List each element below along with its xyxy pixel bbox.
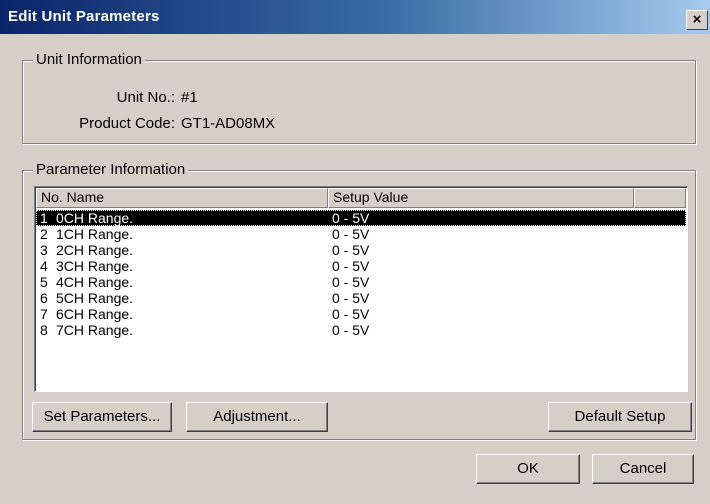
close-button[interactable]: × [686, 10, 708, 30]
adjustment-button[interactable]: Adjustment... [186, 402, 328, 432]
set-parameters-button[interactable]: Set Parameters... [32, 402, 172, 432]
parameter-information-title: Parameter Information [33, 161, 189, 178]
row-name: 4CH Range. [56, 274, 134, 290]
row-value: 0 - 5V [332, 306, 370, 322]
row-name: 6CH Range. [56, 306, 134, 322]
close-icon: × [692, 11, 702, 28]
row-value: 0 - 5V [332, 274, 370, 290]
product-code-label: Product Code: [79, 115, 175, 132]
default-setup-button[interactable]: Default Setup [548, 402, 692, 432]
unit-no-value: #1 [181, 89, 198, 106]
parameter-list[interactable]: No. Name Setup Value 1 0CH Range. 0 - 5V… [34, 186, 688, 392]
column-header-extra[interactable] [634, 188, 686, 208]
row-number: 3 [40, 242, 48, 258]
title-bar[interactable]: Edit Unit Parameters × [0, 0, 710, 34]
row-number: 8 [40, 322, 48, 338]
row-name: 5CH Range. [56, 290, 134, 306]
edit-unit-parameters-dialog: Edit Unit Parameters × Unit Information … [0, 0, 710, 504]
list-item[interactable]: 4 3CH Range. 0 - 5V [36, 258, 686, 274]
row-name: 3CH Range. [56, 258, 134, 274]
list-item[interactable]: 2 1CH Range. 0 - 5V [36, 226, 686, 242]
row-number: 1 [40, 210, 48, 226]
row-name: 0CH Range. [56, 210, 134, 226]
list-item[interactable]: 6 5CH Range. 0 - 5V [36, 290, 686, 306]
row-value: 0 - 5V [332, 322, 370, 338]
row-number: 7 [40, 306, 48, 322]
unit-information-group: Unit Information Unit No.: #1 Product Co… [22, 51, 696, 144]
row-number: 6 [40, 290, 48, 306]
window-title: Edit Unit Parameters [8, 8, 160, 25]
row-name: 1CH Range. [56, 226, 134, 242]
list-item[interactable]: 3 2CH Range. 0 - 5V [36, 242, 686, 258]
row-value: 0 - 5V [332, 290, 370, 306]
list-item[interactable]: 8 7CH Range. 0 - 5V [36, 322, 686, 338]
ok-button[interactable]: OK [476, 454, 580, 484]
row-value: 0 - 5V [332, 242, 370, 258]
row-number: 2 [40, 226, 48, 242]
list-item[interactable]: 5 4CH Range. 0 - 5V [36, 274, 686, 290]
row-value: 0 - 5V [332, 258, 370, 274]
row-value: 0 - 5V [332, 226, 370, 242]
row-name: 7CH Range. [56, 322, 134, 338]
row-value: 0 - 5V [332, 210, 370, 226]
list-item[interactable]: 1 0CH Range. 0 - 5V [36, 210, 686, 226]
product-code-value: GT1-AD08MX [181, 115, 276, 132]
column-header-setup-value[interactable]: Setup Value [328, 188, 634, 208]
cancel-button[interactable]: Cancel [592, 454, 694, 484]
row-name: 2CH Range. [56, 242, 134, 258]
row-number: 4 [40, 258, 48, 274]
list-item[interactable]: 7 6CH Range. 0 - 5V [36, 306, 686, 322]
unit-no-label: Unit No.: [116, 89, 175, 106]
column-header-no-name[interactable]: No. Name [36, 188, 328, 208]
row-number: 5 [40, 274, 48, 290]
unit-information-title: Unit Information [33, 51, 145, 68]
